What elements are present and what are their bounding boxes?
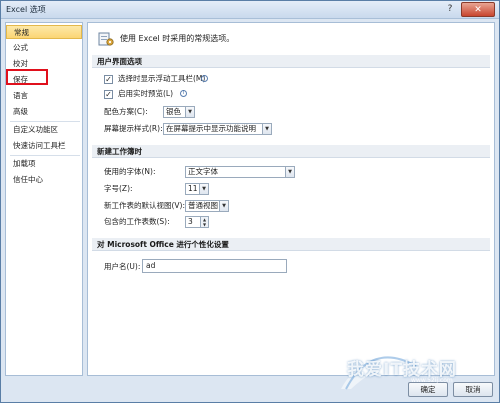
sidebar-item-general[interactable]: 常规: [6, 25, 82, 39]
info-icon: i: [180, 90, 187, 97]
chevron-down-icon: ▼: [199, 184, 208, 194]
ok-button[interactable]: 确定: [408, 382, 448, 397]
color-scheme-select[interactable]: 银色 ▼: [163, 106, 195, 118]
section-header-personalize: 对 Microsoft Office 进行个性化设置: [92, 238, 490, 251]
spinner-arrows-icon[interactable]: ▲ ▼: [200, 217, 208, 227]
chevron-down-icon: ▼: [285, 167, 294, 177]
live-preview-checkbox[interactable]: ✓: [104, 90, 113, 99]
sidebar-item-add-ins[interactable]: 加载项: [6, 157, 82, 171]
options-content-pane: 使用 Excel 时采用的常规选项。 用户界面选项 ✓ 选择时显示浮动工具栏(M…: [87, 22, 495, 376]
default-font-select[interactable]: 正文字体 ▼: [185, 166, 295, 178]
intro-text: 使用 Excel 时采用的常规选项。: [120, 34, 235, 43]
info-icon: i: [201, 75, 208, 82]
chevron-down-icon: ▼: [262, 124, 271, 134]
live-preview-label: 启用实时预览(L): [118, 89, 174, 98]
username-input[interactable]: ad: [142, 259, 287, 273]
username-label: 用户名(U):: [104, 262, 141, 271]
default-font-value: 正文字体: [188, 167, 218, 176]
font-size-value: 11: [188, 184, 198, 193]
sidebar-item-customize-ribbon[interactable]: 自定义功能区: [6, 123, 82, 137]
window-title: Excel 选项: [6, 5, 46, 14]
sidebar-divider: [10, 121, 80, 122]
default-font-label: 使用的字体(N):: [104, 167, 156, 176]
sidebar-item-quick-access-toolbar[interactable]: 快速访问工具栏: [6, 139, 82, 153]
color-scheme-value: 银色: [166, 107, 181, 116]
screentip-style-label: 屏幕提示样式(R):: [104, 124, 163, 133]
section-header-ui-options: 用户界面选项: [92, 55, 490, 68]
sheet-count-value: 3: [188, 217, 193, 226]
chevron-down-icon: ▼: [185, 107, 194, 117]
sidebar-item-language[interactable]: 语言: [6, 89, 82, 103]
highlight-box: [6, 69, 48, 85]
sidebar-item-formulas[interactable]: 公式: [6, 41, 82, 55]
title-bar: Excel 选项 ? ✕: [1, 1, 499, 19]
color-scheme-label: 配色方案(C):: [104, 107, 148, 116]
close-button[interactable]: ✕: [461, 2, 495, 17]
sidebar-divider: [10, 155, 80, 156]
chevron-down-icon: ▼: [219, 201, 228, 211]
screentip-style-value: 在屏幕提示中显示功能说明: [166, 124, 256, 133]
sheet-count-spinner[interactable]: 3 ▲ ▼: [185, 216, 209, 228]
sidebar-item-advanced[interactable]: 高级: [6, 105, 82, 119]
default-view-value: 普通视图: [188, 201, 218, 210]
section-header-new-workbook: 新建工作簿时: [92, 145, 490, 158]
default-view-label: 新工作表的默认视图(V):: [104, 201, 186, 210]
mini-toolbar-checkbox[interactable]: ✓: [104, 75, 113, 84]
general-options-icon: [98, 32, 114, 46]
help-button[interactable]: ?: [439, 2, 461, 17]
mini-toolbar-label: 选择时显示浮动工具栏(M): [118, 74, 206, 83]
watermark-url: www.52ij.com: [411, 377, 453, 384]
sheet-count-label: 包含的工作表数(S):: [104, 217, 170, 226]
cancel-button[interactable]: 取消: [453, 382, 493, 397]
screentip-style-select[interactable]: 在屏幕提示中显示功能说明 ▼: [163, 123, 272, 135]
sidebar-item-trust-center[interactable]: 信任中心: [6, 173, 82, 187]
font-size-select[interactable]: 11 ▼: [185, 183, 209, 195]
excel-options-dialog: Excel 选项 ? ✕ 常规 公式 校对 保存 语言 高级 自定义功能区 快速…: [0, 0, 500, 403]
font-size-label: 字号(Z):: [104, 184, 133, 193]
default-view-select[interactable]: 普通视图 ▼: [185, 200, 229, 212]
